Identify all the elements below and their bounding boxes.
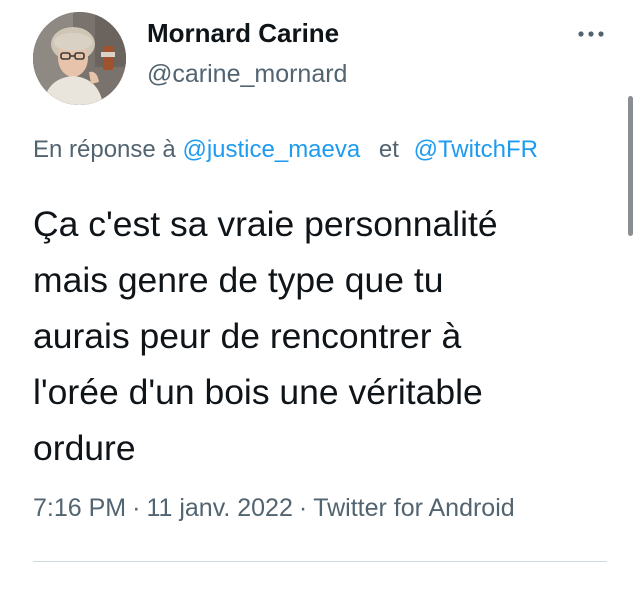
divider	[33, 561, 607, 562]
tweet-meta: 7:16 PM · 11 janv. 2022 · Twitter for Androi…	[33, 494, 515, 523]
profile-photo-icon	[33, 12, 126, 105]
tweet-line: ordure	[33, 428, 136, 468]
meta-separator: ·	[298, 494, 308, 522]
tweet-source[interactable]: Twitter for Android	[313, 494, 514, 522]
tweet-date[interactable]: 11 janv. 2022	[146, 494, 292, 522]
scrollbar[interactable]	[628, 96, 633, 236]
more-horizontal-icon[interactable]	[576, 24, 606, 44]
tweet-detail: Mornard Carine @carine_mornard En répons…	[0, 0, 640, 602]
author-name[interactable]: Mornard Carine	[147, 18, 339, 49]
author-handle[interactable]: @carine_mornard	[147, 60, 347, 89]
mention-justice-maeva[interactable]: @justice_maeva	[182, 136, 360, 163]
meta-separator: ·	[132, 494, 141, 522]
tweet-line: aurais peur de rencontrer à	[33, 316, 462, 356]
tweet-line: Ça c'est sa vraie personnalité	[33, 204, 498, 244]
reply-prefix: En réponse à	[33, 136, 176, 163]
reply-conjunction: et	[378, 136, 399, 163]
avatar[interactable]	[33, 12, 126, 105]
tweet-text: Ça c'est sa vraie personnalité mais genr…	[33, 196, 623, 476]
tweet-line: l'orée d'un bois une véritable	[33, 372, 483, 412]
tweet-line: mais genre de type que tu	[33, 260, 444, 300]
reply-context: En réponse à @justice_maeva et @TwitchFR	[33, 136, 538, 164]
tweet-time[interactable]: 7:16 PM	[33, 494, 126, 522]
mention-twitchfr[interactable]: @TwitchFR	[414, 136, 538, 163]
